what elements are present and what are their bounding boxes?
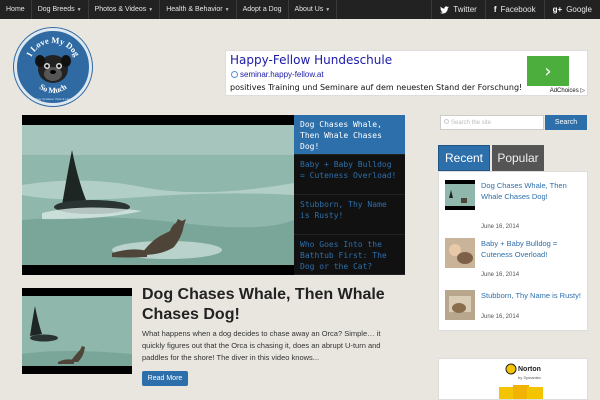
recent-posts-panel: Dog Chases Whale, Then Whale Chases Dog!…	[438, 171, 588, 331]
recent-post-date: June 16, 2014	[481, 314, 520, 320]
caret-down-icon: ▼	[76, 6, 82, 13]
site-logo[interactable]: I Love My Dog So Much Stay Updated. Clic…	[14, 28, 92, 106]
tab-recent[interactable]: Recent	[438, 145, 490, 171]
adchoices-label[interactable]: AdChoices ▷	[550, 87, 585, 94]
norton-brand: Norton	[518, 366, 541, 373]
search-icon	[444, 119, 449, 124]
ad-arrow-button[interactable]: ›	[527, 56, 569, 86]
recent-post-title[interactable]: Dog Chases Whale, Then Whale Chases Dog!	[481, 180, 585, 202]
recent-post-date: June 16, 2014	[481, 224, 520, 230]
ad-title[interactable]: Happy-Fellow Hundeschule	[230, 53, 392, 67]
nav-label: Home	[6, 6, 25, 13]
norton-ad-graphic: Norton by Symantec	[439, 359, 587, 399]
post-title[interactable]: Dog Chases Whale, Then Whale Chases Dog!	[142, 285, 402, 325]
facebook-label: Facebook	[500, 5, 536, 14]
svg-text:So Much: So Much	[38, 82, 69, 95]
recent-post-thumbnail	[445, 180, 475, 210]
tab-popular[interactable]: Popular	[492, 145, 544, 171]
post-thumbnail-image	[22, 288, 132, 374]
ad-description: positives Training und Seminare auf dem …	[230, 83, 523, 92]
recent-post-title[interactable]: Baby + Baby Bulldog = Cuteness Overload!	[481, 238, 585, 260]
nav-label: Photos & Videos	[94, 6, 147, 13]
nav-item-about[interactable]: About Us ▼	[289, 0, 337, 19]
social-links: Twitter f Facebook g+ Google	[431, 0, 600, 19]
logo-tagline: Stay Updated. Click & Like	[35, 97, 71, 101]
nav-item-photos-videos[interactable]: Photos & Videos ▼	[89, 0, 160, 19]
featured-slider: Dog Chases Whale, Then Whale Chases Dog!…	[22, 115, 405, 275]
ad-banner[interactable]: Happy-Fellow Hundeschule seminar.happy-f…	[225, 50, 588, 96]
post-thumbnail[interactable]	[22, 288, 132, 374]
slider-item[interactable]: Stubborn, Thy Name is Rusty!	[294, 195, 405, 235]
recent-post-title[interactable]: Stubborn, Thy Name is Rusty!	[481, 290, 585, 301]
twitter-bird-icon	[440, 5, 450, 14]
ad-url-text: seminar.happy-fellow.at	[240, 70, 324, 79]
nav-item-dog-breeds[interactable]: Dog Breeds ▼	[32, 0, 88, 19]
nav-label: Health & Behavior	[166, 6, 223, 13]
orca-dog-image	[22, 125, 294, 265]
slider-item[interactable]: Who Goes Into the Bathtub First: The Dog…	[294, 235, 405, 275]
caret-down-icon: ▼	[148, 6, 154, 13]
facebook-f-icon: f	[493, 5, 497, 14]
caret-down-icon: ▼	[224, 6, 230, 13]
twitter-label: Twitter	[453, 5, 477, 14]
globe-icon	[231, 71, 238, 78]
google-g-icon: g+	[552, 5, 563, 14]
recent-post-thumbnail	[445, 238, 475, 268]
ad-url[interactable]: seminar.happy-fellow.at	[231, 70, 324, 79]
top-navigation: Home Dog Breeds ▼ Photos & Videos ▼ Health…	[0, 0, 600, 19]
nav-item-health-behavior[interactable]: Health & Behavior ▼	[160, 0, 235, 19]
facebook-link[interactable]: f Facebook	[484, 0, 544, 19]
google-label: Google	[566, 5, 592, 14]
caret-down-icon: ▼	[325, 6, 331, 13]
search-input[interactable]: Search the site	[440, 115, 544, 130]
search-placeholder: Search the site	[451, 119, 492, 126]
norton-ad[interactable]: Norton by Symantec	[438, 358, 588, 400]
nav-label: About Us	[294, 6, 324, 13]
nav-item-adopt[interactable]: Adopt a Dog	[237, 0, 288, 19]
pug-logo-graphic: I Love My Dog So Much Stay Updated. Clic…	[24, 35, 82, 101]
slider-list: Dog Chases Whale, Then Whale Chases Dog!…	[294, 115, 405, 275]
nav-divider	[336, 0, 338, 19]
slider-item[interactable]: Dog Chases Whale, Then Whale Chases Dog!	[294, 115, 405, 155]
logo-bottom-text: So Much	[38, 82, 69, 95]
nav-item-home[interactable]: Home	[0, 0, 31, 19]
search-button[interactable]: Search	[545, 115, 587, 130]
twitter-link[interactable]: Twitter	[431, 0, 485, 19]
slider-item[interactable]: Baby + Baby Bulldog = Cuteness Overload!	[294, 155, 405, 195]
google-link[interactable]: g+ Google	[543, 0, 600, 19]
slider-video-frame[interactable]	[22, 125, 294, 265]
norton-sub: by Symantec	[518, 375, 541, 380]
post-excerpt: What happens when a dog decides to chase…	[142, 329, 381, 362]
recent-post-date: June 16, 2014	[481, 272, 520, 278]
nav-label: Adopt a Dog	[242, 6, 282, 13]
recent-post-thumbnail	[445, 290, 475, 320]
read-more-button[interactable]: Read More	[142, 371, 188, 386]
nav-label: Dog Breeds	[37, 6, 75, 13]
